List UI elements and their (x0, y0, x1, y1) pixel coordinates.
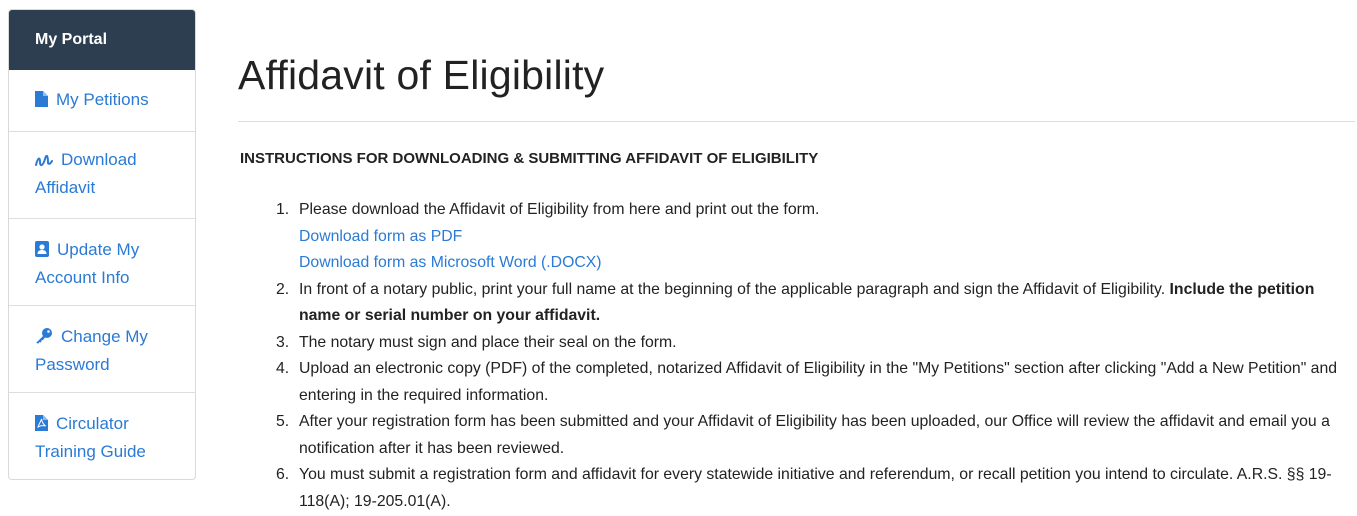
instructions-list: 1. Please download the Affidavit of Elig… (276, 197, 1356, 515)
list-item: 2. In front of a notary public, print yo… (276, 277, 1356, 330)
title-divider (238, 121, 1355, 122)
step-number: 5. (276, 413, 290, 430)
step-text: After your registration form has been su… (299, 413, 1330, 457)
step-number: 1. (276, 201, 290, 218)
step-number: 6. (276, 466, 290, 483)
step-number: 3. (276, 333, 290, 351)
step-text: The notary must sign and place their sea… (299, 333, 677, 351)
list-item: 5. After your registration form has been… (276, 409, 1356, 462)
list-item: 3. The notary must sign and place their … (276, 330, 1356, 357)
sidebar-item-label: Circulator Training Guide (35, 414, 146, 461)
step-number: 2. (276, 280, 290, 298)
download-docx-link[interactable]: Download form as Microsoft Word (.DOCX) (299, 250, 1356, 277)
sidebar-nav: My Portal My Petitions Download Affidavi… (8, 9, 196, 480)
step-text: In front of a notary public, print your … (299, 280, 1166, 298)
sidebar-item-download-affidavit[interactable]: Download Affidavit (9, 131, 195, 218)
instructions-heading: INSTRUCTIONS FOR DOWNLOADING & SUBMITTIN… (240, 150, 819, 167)
step-text: Please download the Affidavit of Eligibi… (299, 201, 820, 218)
signature-icon (35, 155, 53, 167)
sidebar-item-training-guide[interactable]: Circulator Training Guide (9, 392, 195, 479)
sidebar-header: My Portal (9, 10, 195, 70)
list-item: 4. Upload an electronic copy (PDF) of th… (276, 356, 1356, 409)
list-item: 6. You must submit a registration form a… (276, 462, 1356, 515)
download-pdf-link[interactable]: Download form as PDF (299, 224, 1356, 251)
document-icon (35, 91, 48, 107)
step-text: You must submit a registration form and … (299, 466, 1332, 510)
sidebar-item-label: My Petitions (56, 90, 149, 109)
sidebar-item-change-password[interactable]: Change My Password (9, 305, 195, 392)
step-text: Upload an electronic copy (PDF) of the c… (299, 360, 1338, 404)
contact-card-icon (35, 241, 49, 257)
pdf-file-icon (35, 415, 48, 431)
sidebar-item-update-account[interactable]: Update My Account Info (9, 218, 195, 305)
page-title: Affidavit of Eligibility (238, 52, 605, 98)
list-item: 1. Please download the Affidavit of Elig… (276, 197, 1356, 277)
sidebar-item-my-petitions[interactable]: My Petitions (9, 70, 195, 131)
sidebar-item-label: Update My Account Info (35, 240, 140, 287)
key-icon (35, 328, 53, 344)
step-number: 4. (276, 360, 290, 377)
